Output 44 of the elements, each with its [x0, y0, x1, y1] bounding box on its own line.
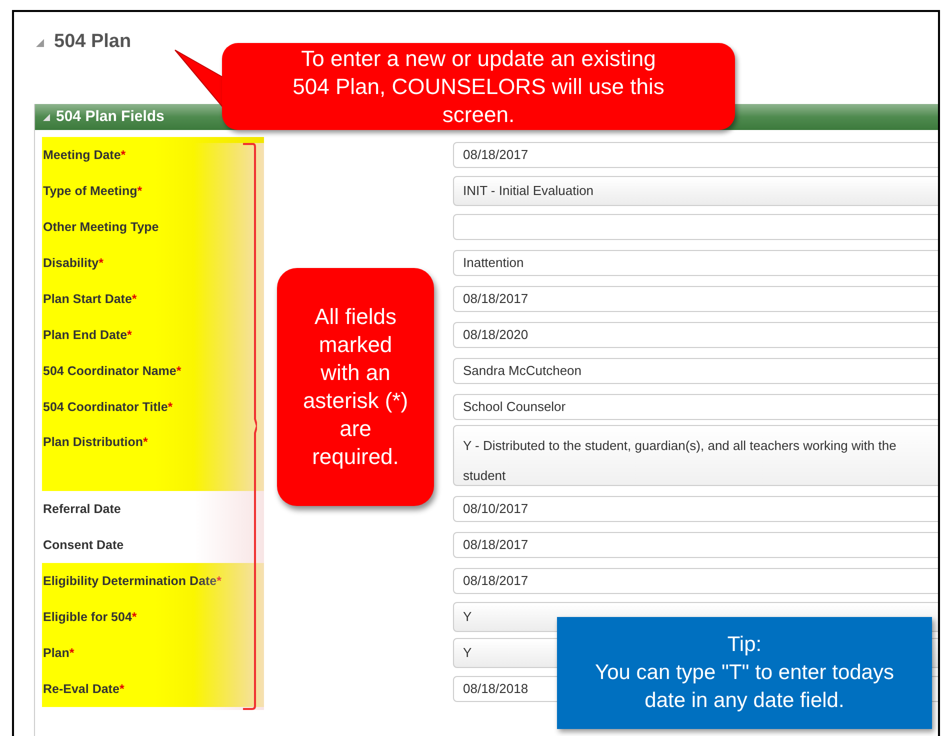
input-field[interactable]: School Counselor: [453, 394, 938, 420]
input-field[interactable]: [453, 214, 938, 240]
callout-tooltip: All fields marked with an asterisk (*) are required.: [277, 268, 434, 506]
field-label: Other Meeting Type: [43, 218, 159, 236]
collapse-triangle-icon[interactable]: [36, 38, 44, 46]
required-mark: *: [98, 255, 104, 272]
required-mark: *: [120, 147, 126, 164]
field-label: Type of Meeting: [43, 182, 138, 200]
tip-tooltip: Tip: You can type "T" to enter todays date in any date field.: [557, 617, 932, 729]
page-title: 504 Plan: [54, 30, 132, 54]
input-field[interactable]: Inattention: [453, 250, 938, 276]
input-field[interactable]: 08/18/2017: [453, 532, 938, 558]
field-label: Eligible for 504: [43, 608, 132, 626]
required-mark: *: [216, 573, 222, 590]
field-label: Eligibility Determination Date: [43, 572, 217, 590]
field-label: 504 Coordinator Name: [43, 362, 176, 380]
field-label: Plan End Date: [43, 326, 128, 344]
required-mark: *: [69, 645, 74, 662]
required-mark: *: [127, 327, 132, 344]
input-field[interactable]: 08/10/2017: [453, 496, 938, 522]
required-mark: *: [119, 681, 124, 698]
required-mark: *: [132, 291, 137, 308]
input-field[interactable]: Sandra McCutcheon: [453, 358, 938, 384]
required-mark: *: [137, 183, 142, 200]
field-label: Meeting Date: [43, 146, 121, 164]
field-label: Plan Start Date: [43, 290, 132, 308]
required-mark: *: [132, 609, 137, 626]
input-field[interactable]: 08/18/2020: [453, 322, 938, 348]
field-label: Plan: [43, 644, 70, 662]
dropdown[interactable]: INIT - Initial Evaluation: [453, 176, 938, 206]
field-label: 504 Coordinator Title: [43, 398, 168, 416]
field-label: Plan Distribution: [43, 434, 143, 451]
required-mark: *: [168, 399, 173, 416]
field-label: Referral Date: [43, 500, 121, 518]
required-mark: *: [143, 434, 148, 451]
input-field[interactable]: 08/18/2017: [453, 568, 938, 594]
field-label: Re-Eval Date: [43, 680, 120, 698]
collapse-triangle-icon: [43, 114, 50, 120]
input-field[interactable]: 08/18/2017: [453, 286, 938, 312]
text-area[interactable]: Y - Distributed to the student, guardian(s), and all teachers working with the student: [453, 425, 938, 486]
required-mark: *: [176, 363, 182, 380]
field-label: Disability: [43, 254, 99, 272]
field-label: Consent Date: [43, 536, 124, 554]
input-field[interactable]: 08/18/2017: [453, 142, 938, 168]
